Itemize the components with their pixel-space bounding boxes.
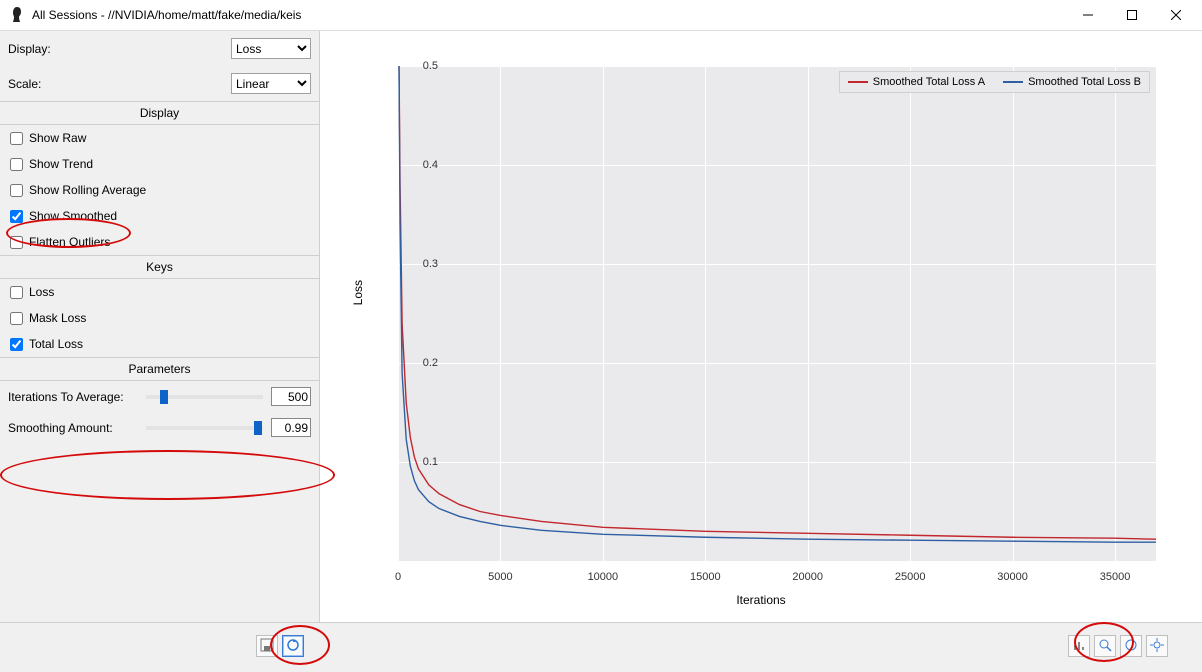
x-tick: 30000: [997, 571, 1028, 583]
key-loss-checkbox[interactable]: [10, 286, 23, 299]
show-raw-label: Show Raw: [29, 131, 86, 145]
x-tick: 25000: [895, 571, 926, 583]
flatten-outliers-checkbox[interactable]: [10, 236, 23, 249]
legend-swatch-a: [848, 81, 868, 83]
scale-select[interactable]: Linear: [231, 73, 311, 94]
refresh-button[interactable]: [282, 635, 304, 657]
x-tick: 15000: [690, 571, 721, 583]
x-tick: 5000: [488, 571, 512, 583]
iterations-average-input[interactable]: [271, 387, 311, 406]
legend: Smoothed Total Loss A Smoothed Total Los…: [839, 71, 1150, 93]
bottom-toolbar: [0, 622, 1202, 672]
key-mask-loss-label: Mask Loss: [29, 311, 86, 325]
legend-swatch-b: [1003, 81, 1023, 83]
flatten-outliers-label: Flatten Outliers: [29, 235, 110, 249]
plot-canvas[interactable]: [398, 66, 1156, 561]
app-icon: [8, 6, 26, 24]
stats-button[interactable]: [1068, 635, 1090, 657]
magnifier-icon: [1098, 638, 1112, 655]
save-icon: [260, 638, 274, 655]
legend-label-a: Smoothed Total Loss A: [873, 76, 985, 88]
y-tick: 0.2: [423, 357, 438, 369]
parameters-section-header: Parameters: [0, 357, 319, 381]
settings-button[interactable]: [1146, 635, 1168, 657]
display-select[interactable]: Loss: [231, 38, 311, 59]
keys-section-header: Keys: [0, 255, 319, 279]
chart-icon: [1072, 638, 1086, 655]
circle-icon: [1124, 638, 1138, 655]
key-total-loss-checkbox[interactable]: [10, 338, 23, 351]
show-trend-checkbox[interactable]: [10, 158, 23, 171]
x-tick: 10000: [588, 571, 619, 583]
smoothing-amount-input[interactable]: [271, 418, 311, 437]
sidebar: Display: Loss Scale: Linear Display Show…: [0, 31, 320, 622]
show-smoothed-checkbox[interactable]: [10, 210, 23, 223]
y-tick: 0.3: [423, 258, 438, 270]
display-label: Display:: [8, 42, 231, 56]
smoothing-amount-slider[interactable]: [146, 426, 263, 430]
gear-icon: [1150, 638, 1164, 655]
curve-a: [399, 66, 1156, 539]
plot-area: Loss Iterations Smoothed Total Loss A Sm…: [320, 31, 1202, 622]
minimize-button[interactable]: [1066, 0, 1110, 30]
curve-b: [399, 66, 1156, 542]
show-rolling-label: Show Rolling Average: [29, 183, 146, 197]
refresh-icon: [286, 638, 300, 655]
x-tick: 20000: [792, 571, 823, 583]
show-smoothed-label: Show Smoothed: [29, 209, 117, 223]
legend-label-b: Smoothed Total Loss B: [1028, 76, 1141, 88]
show-raw-checkbox[interactable]: [10, 132, 23, 145]
y-axis-label: Loss: [351, 280, 365, 305]
iterations-average-label: Iterations To Average:: [8, 390, 138, 404]
iterations-average-slider[interactable]: [146, 395, 263, 399]
y-tick: 0.5: [423, 60, 438, 72]
x-tick: 0: [395, 571, 401, 583]
show-rolling-checkbox[interactable]: [10, 184, 23, 197]
y-tick: 0.1: [423, 456, 438, 468]
key-total-loss-label: Total Loss: [29, 337, 83, 351]
x-axis-label: Iterations: [736, 593, 785, 607]
x-tick: 35000: [1100, 571, 1131, 583]
maximize-button[interactable]: [1110, 0, 1154, 30]
key-loss-label: Loss: [29, 285, 54, 299]
target-button[interactable]: [1120, 635, 1142, 657]
window-title: All Sessions - //NVIDIA/home/matt/fake/m…: [32, 8, 1066, 22]
show-trend-label: Show Trend: [29, 157, 93, 171]
save-button[interactable]: [256, 635, 278, 657]
zoom-button[interactable]: [1094, 635, 1116, 657]
scale-label: Scale:: [8, 77, 231, 91]
key-mask-loss-checkbox[interactable]: [10, 312, 23, 325]
smoothing-amount-label: Smoothing Amount:: [8, 421, 138, 435]
close-button[interactable]: [1154, 0, 1198, 30]
display-section-header: Display: [0, 101, 319, 125]
y-tick: 0.4: [423, 159, 438, 171]
